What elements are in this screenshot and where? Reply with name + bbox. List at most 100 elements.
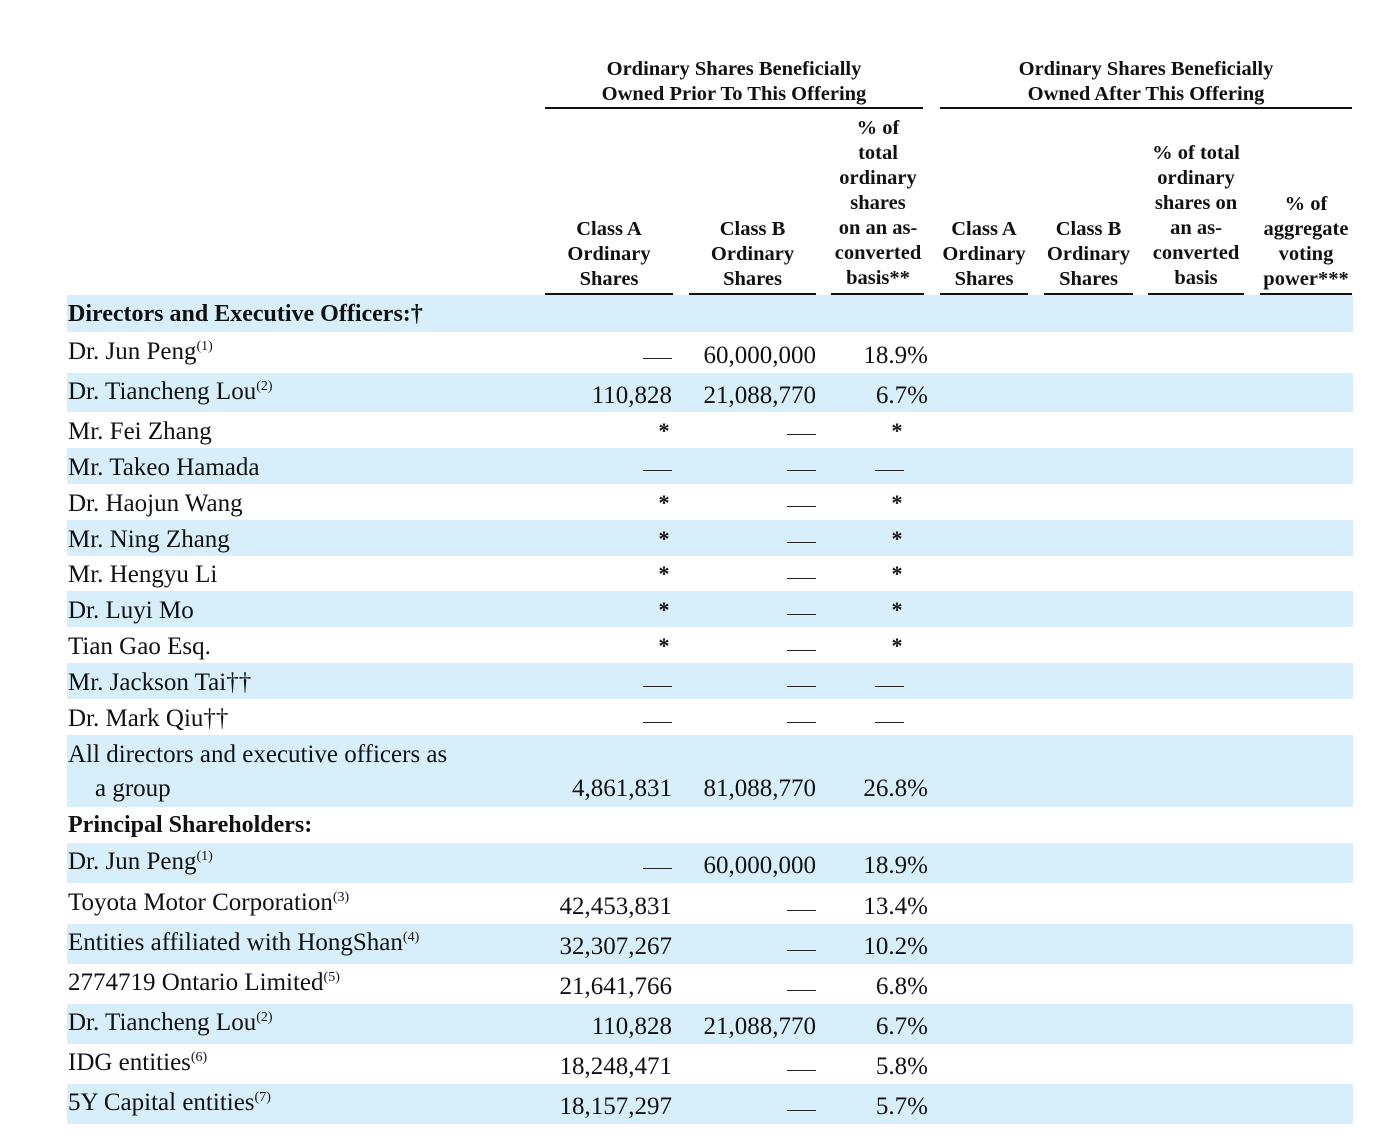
column-underline — [1044, 293, 1133, 295]
header-line: ordinary — [1157, 167, 1235, 189]
header-line: Class B — [1055, 218, 1122, 240]
class-a-cell: * — [658, 490, 670, 515]
row-label: Mr. Hengyu Li — [68, 561, 218, 588]
row-label: Mr. Jackson Tai†† — [68, 669, 252, 696]
class-a-cell: * — [658, 418, 670, 443]
column-underline — [1148, 293, 1244, 295]
column-header-voting-power: % of aggregate voting power*** — [1260, 192, 1352, 292]
dash — [643, 868, 672, 869]
dash — [787, 1070, 816, 1071]
row-label: Dr. Jun Peng(1) — [68, 848, 213, 876]
dash — [787, 1110, 816, 1111]
pct-cell: 6.8% — [875, 973, 928, 1000]
pct-cell: * — [891, 561, 903, 586]
dash — [875, 722, 904, 723]
pct-cell: 10.2% — [863, 933, 928, 960]
header-line: Shares — [954, 268, 1014, 290]
footnote-ref: (1) — [196, 849, 213, 864]
row-name: Toyota Motor Corporation — [68, 889, 333, 916]
row-label: Dr. Jun Peng(1) — [68, 338, 213, 366]
dash — [787, 542, 816, 543]
header-line: shares — [850, 192, 906, 214]
pct-cell: * — [891, 597, 903, 622]
class-a-cell: 4,861,831 — [572, 775, 672, 802]
pct-cell: 6.7% — [875, 382, 928, 409]
row-label: Dr. Luyi Mo — [68, 597, 194, 624]
section-title-directors: Directors and Executive Officers:† — [68, 301, 423, 327]
section-title-principal: Principal Shareholders: — [68, 812, 313, 838]
column-header-pct-before: % of total ordinary shares on an as- con… — [829, 116, 927, 291]
group-underline-before — [545, 107, 923, 109]
pct-cell: 13.4% — [863, 893, 928, 920]
pct-cell: 26.8% — [863, 775, 928, 802]
column-underline — [545, 293, 673, 295]
pct-cell: 5.7% — [875, 1093, 928, 1120]
header-line: converted — [1152, 242, 1240, 264]
row-label: Dr. Tiancheng Lou(2) — [68, 1009, 273, 1037]
row-stripe — [67, 591, 1353, 627]
dash — [787, 578, 816, 579]
pct-cell: 18.9% — [863, 342, 928, 369]
header-line: Class B — [719, 218, 786, 240]
header-line: basis — [1174, 267, 1218, 289]
row-label: Dr. Tiancheng Lou(2) — [68, 378, 273, 406]
header-line: Class A — [576, 218, 642, 240]
footnote-ref: (1) — [196, 339, 213, 354]
row-name: IDG entities — [68, 1049, 191, 1076]
row-label: 5Y Capital entities(7) — [68, 1089, 271, 1117]
dash — [643, 722, 672, 723]
footnote-ref: (2) — [256, 379, 273, 394]
header-line: Shares — [723, 268, 782, 290]
header-line: aggregate — [1263, 218, 1349, 240]
dash — [875, 470, 904, 471]
row-label: All directors and executive officers as — [68, 741, 448, 768]
row-label: Mr. Ning Zhang — [68, 526, 230, 553]
pct-cell: * — [891, 490, 903, 515]
dash — [643, 470, 672, 471]
group-header-before-line1: Ordinary Shares Beneficially — [606, 58, 862, 80]
class-b-cell: 21,088,770 — [703, 382, 817, 409]
pct-cell: 6.7% — [875, 1013, 928, 1040]
header-line: Ordinary — [710, 243, 795, 265]
row-name: Dr. Jun Peng — [68, 338, 197, 365]
row-label: 2774719 Ontario Limited(5) — [68, 969, 340, 997]
pct-cell: * — [891, 526, 903, 551]
dash — [787, 434, 816, 435]
class-b-cell: 60,000,000 — [703, 852, 817, 879]
pct-cell: * — [891, 418, 903, 443]
dash — [787, 650, 816, 651]
header-line: voting — [1278, 243, 1334, 265]
class-b-cell: 60,000,000 — [703, 342, 817, 369]
pct-cell: 5.8% — [875, 1053, 928, 1080]
dash — [787, 722, 816, 723]
dash — [643, 686, 672, 687]
header-line: Ordinary — [567, 243, 651, 265]
row-stripe — [67, 663, 1353, 699]
dash — [787, 950, 816, 951]
footnote-ref: (2) — [256, 1010, 273, 1025]
class-a-cell: 21,641,766 — [559, 973, 673, 1000]
row-name: Dr. Jun Peng — [68, 848, 197, 875]
group-header-before: Ordinary Shares Beneficially Owned Prior… — [545, 57, 923, 107]
header-line: total — [858, 142, 898, 164]
dash — [787, 990, 816, 991]
column-header-class-b-before: Class B Ordinary Shares — [689, 217, 816, 292]
column-header-class-a-after: Class A Ordinary Shares — [940, 217, 1028, 292]
row-label: Dr. Mark Qiu†† — [68, 705, 229, 732]
footnote-ref: (7) — [254, 1090, 271, 1105]
header-line: % of — [856, 117, 900, 139]
column-header-class-b-after: Class B Ordinary Shares — [1044, 217, 1133, 292]
class-a-cell: 110,828 — [591, 1013, 672, 1040]
class-a-cell: 18,157,297 — [559, 1093, 673, 1120]
row-label: Mr. Takeo Hamada — [68, 454, 260, 481]
column-header-class-a-before: Class A Ordinary Shares — [545, 217, 673, 292]
dash — [875, 686, 904, 687]
footnote-ref: (6) — [190, 1050, 208, 1065]
dash — [787, 614, 816, 615]
row-name: 2774719 Ontario Limited — [68, 969, 324, 996]
row-label: Mr. Fei Zhang — [68, 418, 212, 445]
header-line: % of total — [1152, 142, 1240, 164]
header-line: Ordinary — [942, 243, 1026, 265]
header-line: Ordinary — [1046, 243, 1131, 265]
pct-cell: 18.9% — [863, 852, 928, 879]
